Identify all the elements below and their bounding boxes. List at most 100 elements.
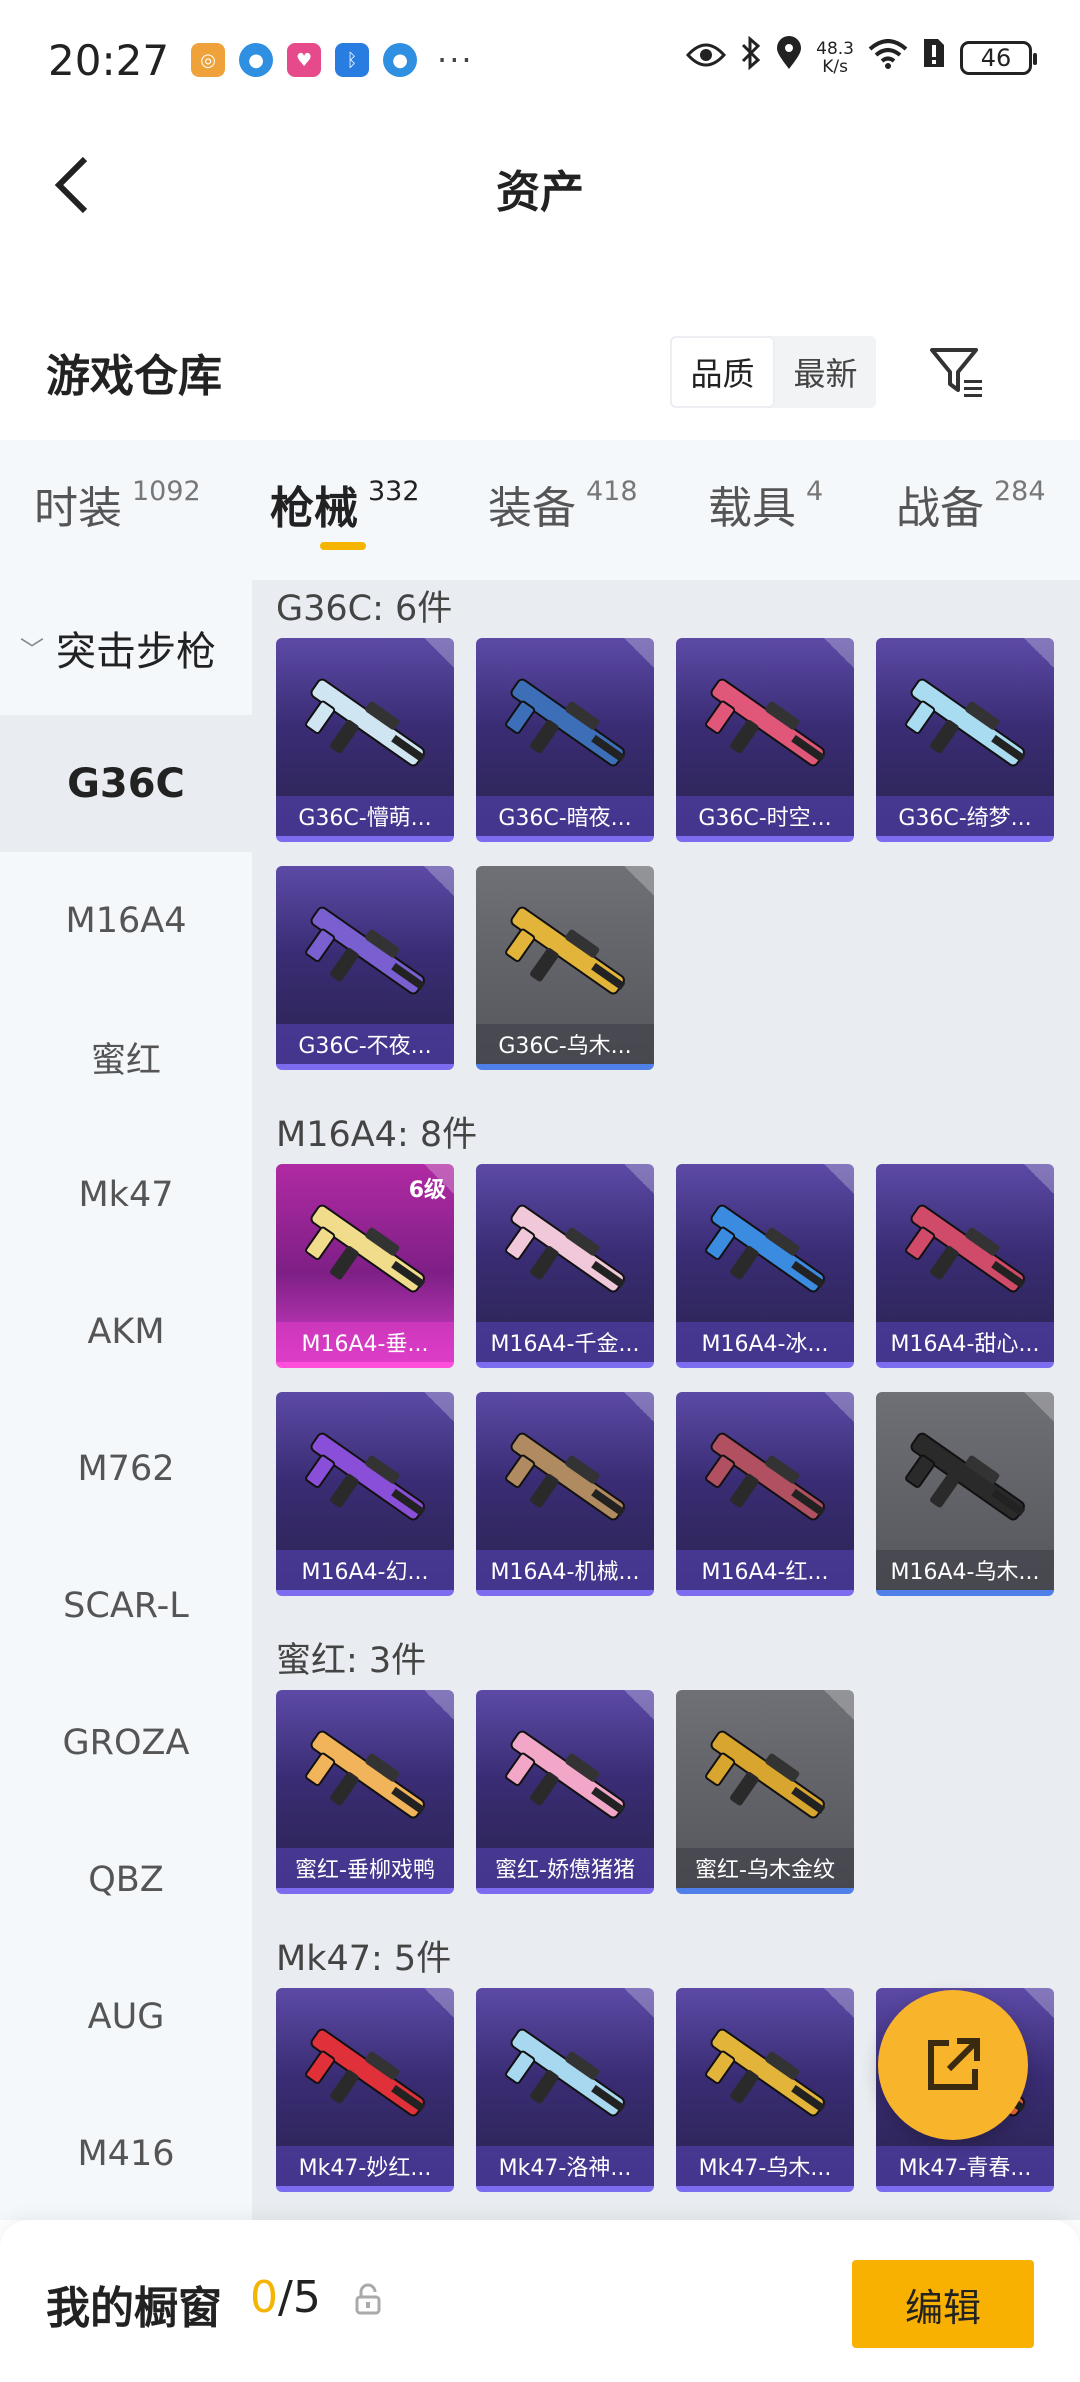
tab-count: 284 xyxy=(994,476,1046,507)
weapon-card-name: M16A4-乌木... xyxy=(876,1550,1054,1590)
group-title: G36C: 6件 xyxy=(276,589,453,629)
showcase-label: 我的橱窗 xyxy=(46,2283,222,2334)
weapon-card[interactable]: Mk47-洛神... xyxy=(476,1988,654,2192)
back-button[interactable] xyxy=(36,150,106,220)
weapon-skin-icon xyxy=(305,1730,426,1819)
sidebar-item[interactable]: AUG xyxy=(0,1948,252,2085)
sidebar-item[interactable]: SCAR-L xyxy=(0,1537,252,1674)
weapon-card-name: G36C-绮梦... xyxy=(876,796,1054,836)
weapon-card-name: 蜜红-乌木金纹 xyxy=(676,1848,854,1888)
tab-vehicles[interactable]: 载具 4 xyxy=(708,472,823,536)
more-notifications-icon: ··· xyxy=(437,41,474,79)
weapon-card[interactable]: G36C-懵萌... xyxy=(276,638,454,842)
active-tab-indicator xyxy=(320,542,366,550)
page-title: 资产 xyxy=(496,166,584,218)
tab-fashion[interactable]: 时装 1092 xyxy=(34,472,201,536)
weapon-card[interactable]: Mk47-妙红... xyxy=(276,1988,454,2192)
tab-label: 枪械 xyxy=(270,483,358,534)
weapon-sidebar: ﹀ 突击步枪 G36C M16A4 蜜红 Mk47 AKM M762 SCAR-… xyxy=(0,580,252,2220)
status-right: 48.3 K/s 46 xyxy=(686,35,1037,79)
weapon-card-name: M16A4-甜心... xyxy=(876,1322,1054,1362)
weapon-card[interactable]: G36C-不夜... xyxy=(276,866,454,1070)
group-title: M16A4: 8件 xyxy=(276,1115,478,1155)
sidebar-item[interactable]: Mk47 xyxy=(0,1126,252,1263)
category-tabs: 时装 1092 枪械 332 装备 418 载具 4 战备 284 xyxy=(0,440,1080,580)
weapon-card-name: M16A4-机械... xyxy=(476,1550,654,1590)
weapon-card[interactable]: M16A4-红... xyxy=(676,1392,854,1596)
weapon-card[interactable]: G36C-乌木... xyxy=(476,866,654,1070)
weapon-skin-icon xyxy=(905,1204,1026,1293)
weapon-card[interactable]: M16A4-冰... xyxy=(676,1164,854,1368)
weapon-skin-icon xyxy=(305,678,426,767)
sidebar-item[interactable]: 蜜红 xyxy=(0,989,252,1126)
weapon-card[interactable]: G36C-时空... xyxy=(676,638,854,842)
sort-toggle: 品质 最新 xyxy=(670,336,876,408)
level-badge: 6级 xyxy=(408,1178,446,1203)
sim-alert-icon xyxy=(922,37,946,78)
weapon-card[interactable]: M16A4-机械... xyxy=(476,1392,654,1596)
weapon-card-name: M16A4-千金... xyxy=(476,1322,654,1362)
tab-label: 载具 xyxy=(708,483,796,534)
sidebar-item[interactable]: M16A4 xyxy=(0,852,252,989)
net-speed: 48.3 K/s xyxy=(816,38,854,77)
weapon-skin-icon xyxy=(505,2028,626,2117)
tab-guns[interactable]: 枪械 332 xyxy=(270,472,420,536)
sidebar-item[interactable]: G36C xyxy=(0,715,252,852)
weapon-card[interactable]: Mk47-乌木... xyxy=(676,1988,854,2192)
bottom-bar: 我的橱窗 0/5 编辑 xyxy=(0,2220,1080,2382)
weapon-card-name: Mk47-乌木... xyxy=(676,2146,854,2186)
weapon-skin-icon xyxy=(305,1432,426,1521)
weapon-card[interactable]: M16A4-千金... xyxy=(476,1164,654,1368)
weapon-skin-icon xyxy=(705,1204,826,1293)
weapon-skin-icon xyxy=(505,678,626,767)
tab-label: 装备 xyxy=(488,483,576,534)
weapon-card[interactable]: 蜜红-娇憊猪猪 xyxy=(476,1690,654,1894)
weapon-card[interactable]: M16A4-甜心... xyxy=(876,1164,1054,1368)
filter-button[interactable] xyxy=(926,340,990,404)
weapon-card[interactable]: M16A4-垂... 6级 xyxy=(276,1164,454,1368)
tab-label: 战备 xyxy=(896,483,984,534)
weapon-card[interactable]: G36C-暗夜... xyxy=(476,638,654,842)
chevron-left-icon xyxy=(54,156,88,214)
sidebar-item[interactable]: GROZA xyxy=(0,1674,252,1811)
weapon-card-name: M16A4-幻... xyxy=(276,1550,454,1590)
weapon-card-name: G36C-不夜... xyxy=(276,1024,454,1064)
weapon-skin-icon xyxy=(505,906,626,995)
sort-newest-button[interactable]: 最新 xyxy=(775,336,876,408)
tab-count: 1092 xyxy=(132,476,201,507)
weapon-card[interactable]: M16A4-幻... xyxy=(276,1392,454,1596)
status-time: 20:27 xyxy=(48,35,170,85)
sidebar-item[interactable]: M416 xyxy=(0,2085,252,2222)
weapon-card-name: Mk47-青春... xyxy=(876,2146,1054,2186)
tab-equipment[interactable]: 装备 418 xyxy=(488,472,638,536)
weapon-card-name: G36C-懵萌... xyxy=(276,796,454,836)
location-icon xyxy=(776,36,802,79)
weapon-skin-icon xyxy=(505,1730,626,1819)
weapon-card[interactable]: G36C-绮梦... xyxy=(876,638,1054,842)
sidebar-item[interactable]: M762 xyxy=(0,1400,252,1537)
wifi-icon xyxy=(868,38,908,78)
tab-count: 332 xyxy=(368,476,420,507)
tab-count: 4 xyxy=(806,476,824,507)
app-notification-icon: ◎ xyxy=(191,43,226,77)
battery-icon: 46 xyxy=(960,40,1037,75)
eye-icon xyxy=(686,38,727,78)
weapon-card[interactable]: 蜜红-乌木金纹 xyxy=(676,1690,854,1894)
sidebar-item[interactable]: QBZ xyxy=(0,1811,252,1948)
weapon-card-name: Mk47-妙红... xyxy=(276,2146,454,2186)
weapon-card-name: G36C-时空... xyxy=(676,796,854,836)
sidebar-item[interactable]: AKM xyxy=(0,1263,252,1400)
header: 资产 xyxy=(0,120,1080,255)
tab-preparation[interactable]: 战备 284 xyxy=(896,472,1046,536)
bluetooth-notification-icon: ᛒ xyxy=(335,43,370,77)
weapon-card[interactable]: 蜜红-垂柳戏鸭 xyxy=(276,1690,454,1894)
sidebar-category-assault-rifle[interactable]: ﹀ 突击步枪 xyxy=(0,580,252,715)
filter-icon xyxy=(930,348,982,397)
sort-quality-button[interactable]: 品质 xyxy=(670,336,775,408)
weapon-skin-icon xyxy=(505,1432,626,1521)
weapon-card[interactable]: M16A4-乌木... xyxy=(876,1392,1054,1596)
weapon-card-name: 蜜红-垂柳戏鸭 xyxy=(276,1848,454,1888)
share-button[interactable] xyxy=(878,1990,1028,2140)
bluetooth-icon xyxy=(740,35,762,79)
edit-button[interactable]: 编辑 xyxy=(852,2260,1034,2348)
